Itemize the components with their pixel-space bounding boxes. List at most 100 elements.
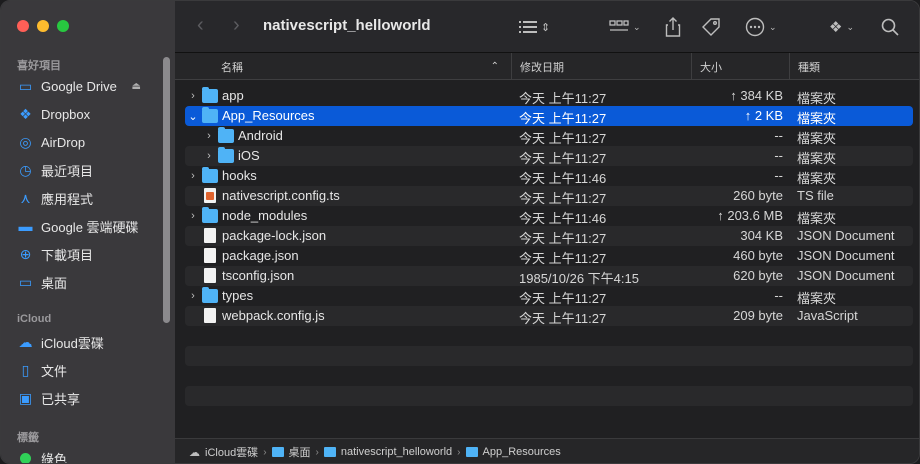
sidebar-item-label: 綠色 [41, 451, 68, 464]
path-segment[interactable]: 桌面 [289, 444, 311, 460]
sidebar-item-icloud-drive[interactable]: ☁ iCloud雲碟 [17, 329, 165, 355]
file-row[interactable]: › iOS 今天 上午11:27 -- 檔案夾 [185, 146, 913, 166]
sidebar-item-label: 桌面 [41, 275, 68, 291]
file-row[interactable]: › node_modules 今天 上午11:46 ↑ 203.6 MB 檔案夾 [185, 206, 913, 226]
file-size: ↑ 2 KB [744, 108, 783, 123]
sidebar-item-downloads[interactable]: ⊕ 下載項目 [17, 241, 165, 267]
column-kind[interactable]: 種類 [789, 53, 919, 80]
section-icloud: iCloud [17, 313, 52, 325]
sidebar-item-label: Google 雲端硬碟 [41, 219, 139, 235]
file-size: -- [774, 148, 783, 163]
column-header: 名稱 ⌃ 修改日期 大小 種類 [175, 53, 919, 80]
folder-icon [218, 147, 234, 163]
disclosure-collapsed-icon[interactable]: › [188, 286, 198, 306]
file-row[interactable]: webpack.config.js 今天 上午11:27 209 byte JavaS… [185, 306, 913, 326]
sidebar-item-label: Dropbox [41, 106, 91, 122]
window-controls [17, 20, 69, 32]
sidebar-item-label: 下載項目 [41, 247, 94, 263]
sidebar-item-documents[interactable]: ▯ 文件 [17, 357, 165, 383]
file-row[interactable]: nativescript.config.ts 今天 上午11:27 260 byte… [185, 186, 913, 206]
file-size: 209 byte [733, 308, 783, 323]
cloud-icon: ☁ [18, 333, 33, 350]
minimize-button[interactable] [37, 20, 49, 32]
column-name[interactable]: 名稱 ⌃ [213, 53, 511, 80]
path-segment[interactable]: App_Resources [483, 446, 561, 458]
file-row[interactable]: › app 今天 上午11:27 ↑ 384 KB 檔案夾 [185, 86, 913, 106]
eject-icon[interactable]: ⏏ [132, 81, 141, 92]
forward-icon[interactable]: › [233, 15, 240, 35]
path-segment[interactable]: nativescript_helloworld [341, 446, 452, 458]
airdrop-icon: ◎ [19, 133, 32, 150]
back-icon[interactable]: ‹ [197, 15, 204, 35]
sidebar-item-tag-green[interactable]: 綠色 [17, 445, 165, 464]
file-row[interactable]: tsconfig.json 1985/10/26 下午4:15 620 byte JS… [185, 266, 913, 286]
dropbox-icon: ❖ [19, 105, 32, 122]
sidebar-item-airdrop[interactable]: ◎ AirDrop [17, 129, 165, 155]
sidebar-item-desktop[interactable]: ▭ 桌面 [17, 269, 165, 295]
ellipsis-circle-icon [745, 17, 765, 37]
file-name: package-lock.json [222, 228, 327, 243]
sidebar-item-label: 應用程式 [41, 191, 94, 207]
file-date: 今天 上午11:27 [519, 291, 607, 306]
file-row[interactable]: package.json 今天 上午11:27 460 byte JSON Docum… [185, 246, 913, 266]
tag-button[interactable] [701, 15, 721, 39]
disclosure-collapsed-icon[interactable]: › [204, 146, 214, 166]
column-name-label: 名稱 [221, 61, 243, 74]
column-kind-label: 種類 [798, 61, 820, 74]
file-date: 今天 上午11:27 [519, 111, 607, 126]
zoom-button[interactable] [57, 20, 69, 32]
file-kind: JSON Document [797, 248, 895, 263]
sidebar-item-google-drive[interactable]: ▭ Google Drive ⏏ [17, 73, 165, 99]
disclosure-collapsed-icon[interactable]: › [204, 126, 214, 146]
dropbox-menu-button[interactable]: ❖ ⌄ [829, 15, 854, 39]
file-name: tsconfig.json [222, 268, 295, 283]
file-kind: JSON Document [797, 228, 895, 243]
document-icon: ▯ [21, 361, 30, 378]
section-favorites: 喜好項目 [17, 60, 61, 72]
document-icon [204, 188, 216, 203]
file-size: 260 byte [733, 188, 783, 203]
sidebar-item-label: 已共享 [41, 391, 81, 407]
disclosure-collapsed-icon[interactable]: › [188, 86, 198, 106]
folder-icon [218, 127, 234, 143]
file-size: -- [774, 288, 783, 303]
sidebar-item-applications[interactable]: ⋏ 應用程式 [17, 185, 165, 211]
column-size[interactable]: 大小 [691, 53, 789, 80]
disclosure-collapsed-icon[interactable]: › [188, 166, 198, 186]
file-row[interactable]: › hooks 今天 上午11:46 -- 檔案夾 [185, 166, 913, 186]
chevron-down-icon: ⌄ [846, 21, 854, 32]
path-segment[interactable]: iCloud雲碟 [205, 444, 258, 460]
sidebar-item-recents[interactable]: ◷ 最近項目 [17, 157, 165, 183]
sidebar-item-dropbox[interactable]: ❖ Dropbox [17, 101, 165, 127]
disclosure-collapsed-icon[interactable]: › [188, 206, 198, 226]
more-actions-button[interactable]: ⌄ [745, 15, 777, 39]
sidebar-item-google-cloud-drive[interactable]: ▬ Google 雲端硬碟 [17, 213, 165, 239]
share-button[interactable] [665, 15, 681, 39]
empty-row [185, 386, 913, 406]
path-separator-icon: › [315, 446, 319, 458]
file-row[interactable]: › types 今天 上午11:27 -- 檔案夾 [185, 286, 913, 306]
folder-icon [202, 287, 218, 303]
search-button[interactable] [881, 15, 899, 39]
sidebar-item-shared[interactable]: ▣ 已共享 [17, 385, 165, 411]
group-button[interactable]: ⌄ [609, 15, 641, 39]
folder-icon [202, 207, 218, 223]
file-row[interactable]: ⌄ App_Resources 今天 上午11:27 ↑ 2 KB 檔案夾 [185, 106, 913, 126]
empty-row [185, 366, 913, 386]
view-options-button[interactable]: ⇕ [519, 15, 550, 39]
file-name: types [222, 288, 254, 303]
folder-icon [323, 447, 336, 457]
file-date: 今天 上午11:27 [519, 91, 607, 106]
file-date: 今天 上午11:27 [519, 231, 607, 246]
apps-icon: ⋏ [20, 189, 31, 206]
empty-row [185, 326, 913, 346]
file-row[interactable]: package-lock.json 今天 上午11:27 304 KB JSON Do… [185, 226, 913, 246]
column-date[interactable]: 修改日期 [511, 53, 691, 80]
file-size: -- [774, 168, 783, 183]
disclosure-expanded-icon[interactable]: ⌄ [188, 106, 198, 126]
path-bar: ☁ iCloud雲碟 › 桌面 › nativescript_helloworld › App… [175, 438, 919, 463]
sidebar-scrollbar[interactable] [163, 57, 170, 323]
close-button[interactable] [17, 20, 29, 32]
file-date: 今天 上午11:27 [519, 131, 607, 146]
file-row[interactable]: › Android 今天 上午11:27 -- 檔案夾 [185, 126, 913, 146]
